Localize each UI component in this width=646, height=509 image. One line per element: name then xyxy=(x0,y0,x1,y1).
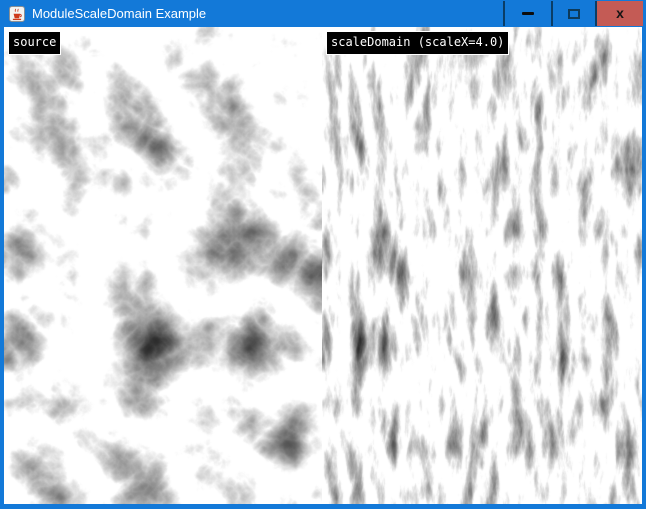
panel-label-source: source xyxy=(8,31,61,55)
window-title: ModuleScaleDomain Example xyxy=(32,0,206,27)
panel-scaledomain: scaleDomain (scaleX=4.0) xyxy=(322,27,642,504)
maximize-icon xyxy=(568,9,580,19)
render-area: source scaleDomain (scaleX=4.0) xyxy=(4,27,642,504)
source-texture-canvas xyxy=(4,27,322,504)
panel-label-scaledomain: scaleDomain (scaleX=4.0) xyxy=(326,31,509,55)
minimize-button[interactable] xyxy=(503,1,551,26)
scaledomain-texture-canvas xyxy=(322,27,642,504)
panel-source: source xyxy=(4,27,322,504)
app-window: ModuleScaleDomain Example x source scale… xyxy=(0,0,646,509)
close-button[interactable]: x xyxy=(595,1,643,26)
java-app-icon xyxy=(9,6,25,22)
titlebar[interactable]: ModuleScaleDomain Example x xyxy=(0,0,646,27)
maximize-button[interactable] xyxy=(551,1,595,26)
window-controls: x xyxy=(503,1,643,26)
minimize-icon xyxy=(522,12,534,15)
close-icon: x xyxy=(616,1,624,26)
